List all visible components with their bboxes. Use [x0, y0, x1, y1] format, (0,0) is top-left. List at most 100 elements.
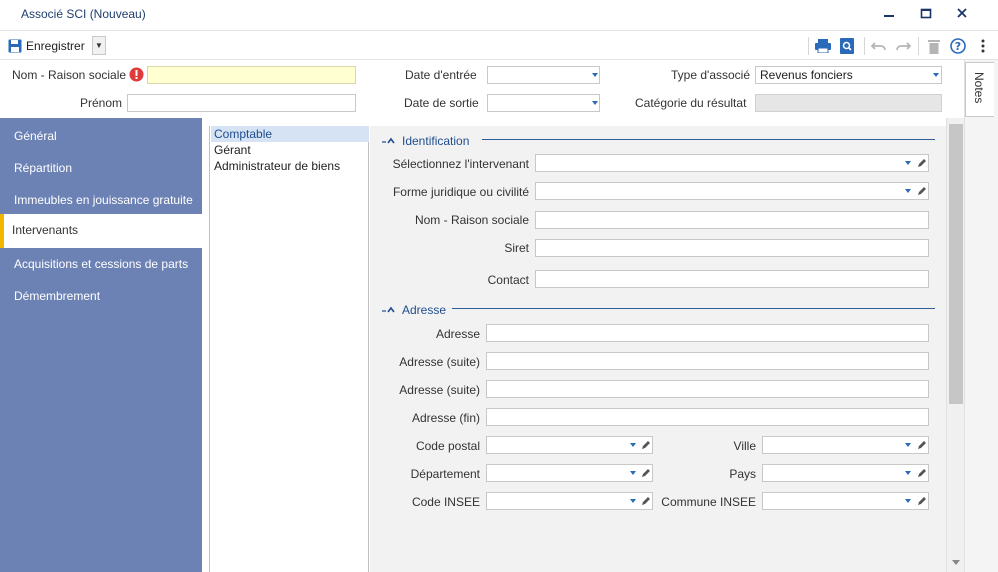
edit-pencil-icon[interactable]: [641, 468, 651, 478]
chevron-down-icon[interactable]: [905, 161, 911, 165]
edit-pencil-icon[interactable]: [917, 440, 927, 450]
type-associe-label: Type d'associé: [671, 68, 751, 82]
intervenant-label: Sélectionnez l'intervenant: [392, 157, 529, 171]
vertical-scrollbar[interactable]: [946, 118, 964, 572]
chevron-down-icon[interactable]: [592, 101, 598, 105]
commune-insee-select[interactable]: [762, 492, 929, 510]
prenom-label: Prénom: [80, 96, 123, 110]
save-options-dropdown[interactable]: ▼: [92, 36, 106, 55]
chevron-down-icon[interactable]: [905, 443, 911, 447]
chevron-down-icon[interactable]: [905, 471, 911, 475]
chevron-down-icon[interactable]: [592, 73, 598, 77]
delete-button[interactable]: [925, 37, 943, 55]
print-preview-button[interactable]: [838, 37, 856, 55]
notes-tab[interactable]: Notes: [965, 62, 994, 117]
edit-pencil-icon[interactable]: [917, 186, 927, 196]
trash-icon: [928, 39, 940, 54]
collapse-icon: [382, 137, 395, 144]
title-bar: Associé SCI (Nouveau): [0, 0, 998, 29]
forme-juridique-select[interactable]: [535, 182, 929, 200]
section-divider: [482, 139, 935, 140]
nav-item-intervenants[interactable]: Intervenants: [0, 214, 202, 248]
save-label: Enregistrer: [26, 39, 85, 53]
chevron-down-icon[interactable]: [905, 499, 911, 503]
pays-label: Pays: [729, 467, 756, 481]
chevron-down-icon[interactable]: [630, 471, 636, 475]
nav-item-acquisitions[interactable]: Acquisitions et cessions de parts: [0, 248, 202, 280]
collapse-icon: [382, 306, 395, 313]
code-postal-select[interactable]: [486, 436, 653, 454]
identification-section-header[interactable]: Identification: [382, 133, 469, 149]
nav-item-immeubles[interactable]: Immeubles en jouissance gratuite: [0, 184, 202, 216]
list-item-administrateur[interactable]: Administrateur de biens: [211, 158, 369, 174]
prenom-input[interactable]: [127, 94, 356, 112]
edit-pencil-icon[interactable]: [917, 158, 927, 168]
nom-raison-sociale-label: Nom - Raison sociale: [414, 213, 529, 227]
categorie-field: [755, 94, 942, 112]
printer-icon: [815, 39, 831, 53]
scroll-down-icon[interactable]: [952, 560, 960, 566]
pays-select[interactable]: [762, 464, 929, 482]
chevron-down-icon[interactable]: [905, 189, 911, 193]
maximize-button[interactable]: [915, 4, 937, 24]
edit-pencil-icon[interactable]: [917, 496, 927, 506]
contact-label: Contact: [487, 273, 529, 287]
side-panel-strip: [964, 60, 998, 572]
window-title: Associé SCI (Nouveau): [21, 7, 146, 21]
adresse-label: Adresse: [435, 327, 480, 341]
chevron-down-icon[interactable]: [630, 443, 636, 447]
nav-item-demembrement[interactable]: Démembrement: [0, 280, 202, 312]
adresse-section-header[interactable]: Adresse: [382, 302, 446, 318]
siret-input[interactable]: [535, 239, 929, 257]
undo-button[interactable]: [870, 37, 888, 55]
nav-item-repartition[interactable]: Répartition: [0, 152, 202, 184]
intervenant-select[interactable]: [535, 154, 929, 172]
help-button[interactable]: ?: [949, 37, 967, 55]
print-button[interactable]: [814, 37, 832, 55]
adresse-suite-2-input[interactable]: [486, 380, 929, 398]
code-insee-select[interactable]: [486, 492, 653, 510]
left-navigation: Général Répartition Immeubles en jouissa…: [0, 118, 202, 572]
save-button[interactable]: Enregistrer: [8, 37, 85, 55]
contact-input[interactable]: [535, 270, 929, 288]
adresse-input[interactable]: [486, 324, 929, 342]
departement-label: Département: [410, 467, 480, 481]
date-sortie-picker[interactable]: [487, 94, 600, 112]
toolbar: Enregistrer ▼ ?: [0, 30, 998, 60]
departement-select[interactable]: [486, 464, 653, 482]
date-sortie-label: Date de sortie: [404, 96, 479, 110]
nav-item-general[interactable]: Général: [0, 120, 202, 152]
section-divider: [452, 308, 935, 309]
adresse-suite-label: Adresse (suite): [399, 355, 480, 369]
adresse-fin-label: Adresse (fin): [411, 411, 480, 425]
close-icon: [957, 8, 967, 18]
commune-insee-label: Commune INSEE: [661, 495, 756, 509]
help-icon: ?: [950, 38, 966, 54]
date-entree-picker[interactable]: [487, 66, 600, 84]
chevron-down-icon[interactable]: [933, 73, 939, 77]
redo-button[interactable]: [894, 37, 912, 55]
chevron-down-icon[interactable]: [630, 499, 636, 503]
type-associe-select[interactable]: Revenus fonciers: [755, 66, 942, 84]
adresse-fin-input[interactable]: [486, 408, 929, 426]
minimize-button[interactable]: [878, 4, 900, 24]
ville-select[interactable]: [762, 436, 929, 454]
adresse-suite-input[interactable]: [486, 352, 929, 370]
maximize-icon: [920, 8, 932, 19]
close-button[interactable]: [951, 4, 973, 24]
more-options-button[interactable]: [974, 37, 992, 55]
edit-pencil-icon[interactable]: [917, 468, 927, 478]
adresse-title: Adresse: [402, 303, 447, 317]
list-item-gerant[interactable]: Gérant: [211, 142, 369, 158]
nom-input[interactable]: [147, 66, 356, 84]
identification-title: Identification: [402, 134, 470, 148]
scrollbar-thumb[interactable]: [949, 124, 963, 404]
nom-label: Nom - Raison sociale: [12, 68, 127, 82]
ville-label: Ville: [733, 439, 756, 453]
nom-raison-sociale-input[interactable]: [535, 211, 929, 229]
intervenant-type-list: Comptable Gérant Administrateur de biens: [209, 126, 369, 572]
intervenant-details-panel: Identification Sélectionnez l'intervenan…: [370, 126, 946, 572]
floppy-disk-icon: [8, 39, 22, 53]
list-item-comptable[interactable]: Comptable: [211, 126, 369, 142]
edit-pencil-icon[interactable]: [641, 440, 651, 450]
